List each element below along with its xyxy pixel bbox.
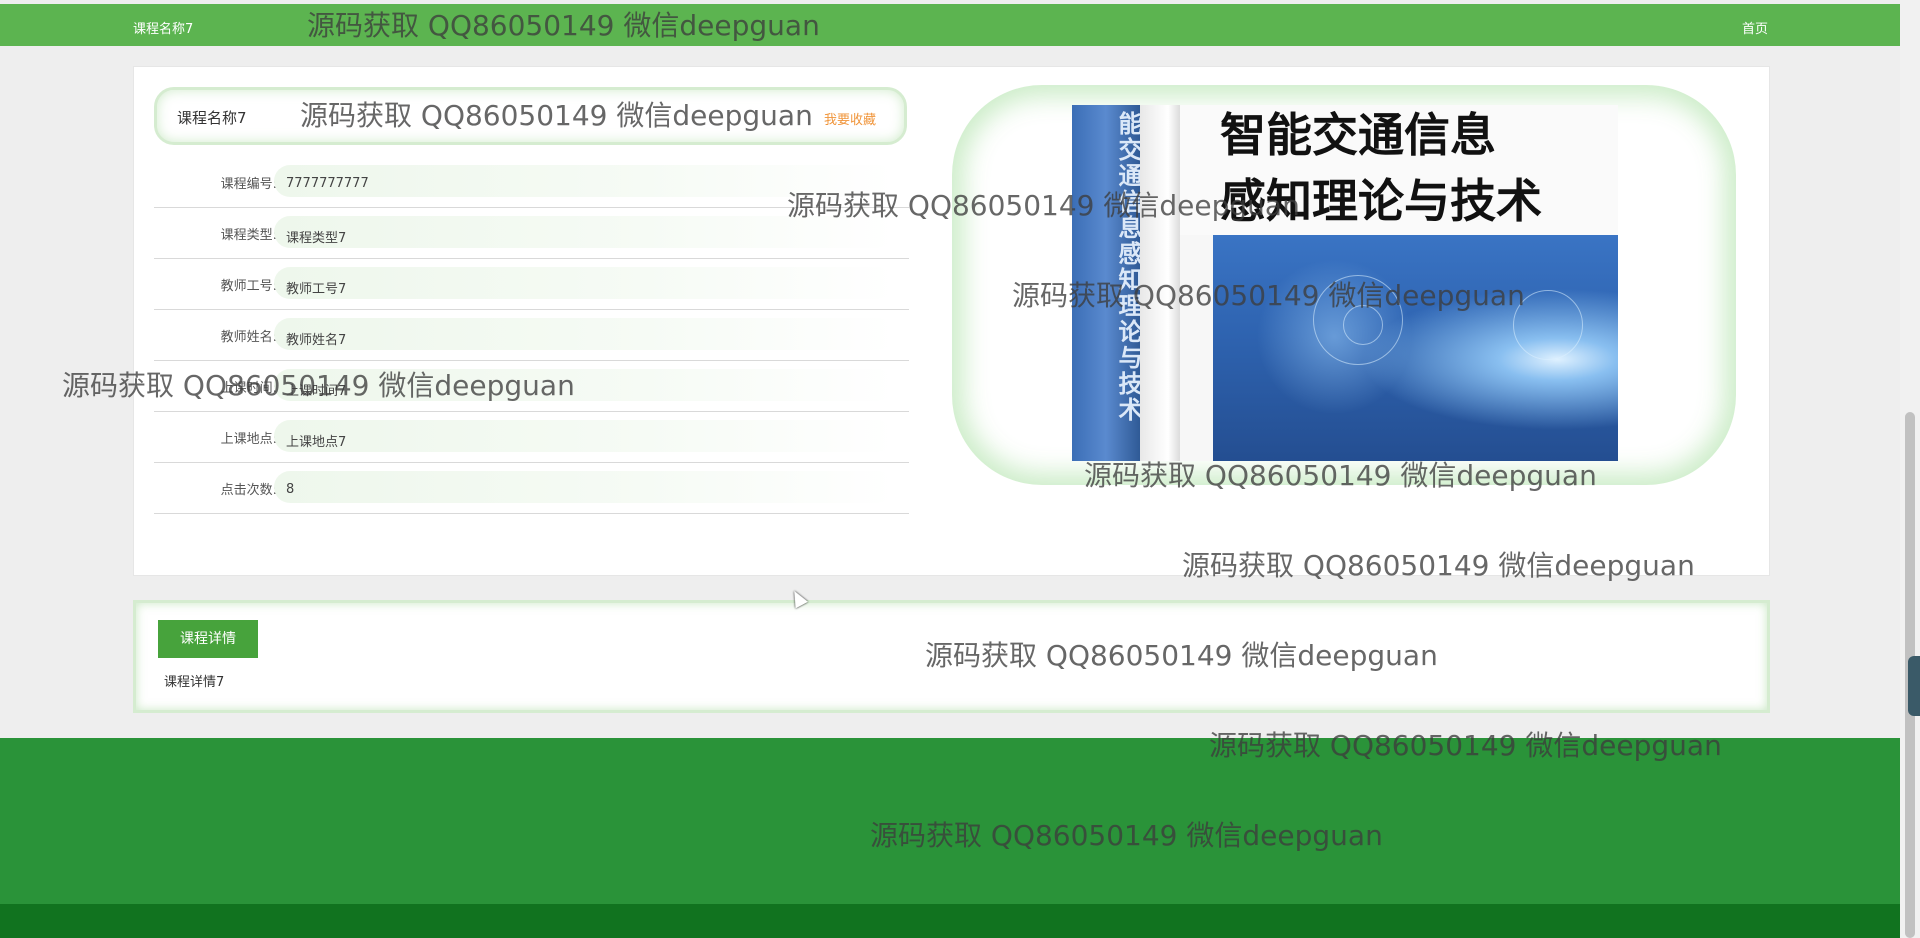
page-scrollbar[interactable] (1900, 0, 1920, 938)
course-detail-content: 课程详情7 (164, 675, 225, 690)
course-title: 课程名称7 (177, 109, 247, 127)
course-detail-card: 课程详情 课程详情7 (133, 600, 1770, 713)
side-widget-handle[interactable] (1908, 656, 1920, 716)
info-row-click-count: 点击次数: 8 (154, 463, 909, 514)
tab-course-detail[interactable]: 课程详情 (158, 620, 258, 658)
carousel-dot-2[interactable] (1366, 504, 1379, 516)
book-spine-text: 能交通信息感知理论与技术 (1072, 105, 1143, 461)
info-row-class-location: 上课地点: 上课地点7 (154, 412, 909, 463)
book-spine-edge (1140, 105, 1180, 461)
info-row-course-number: 课程编号: 7777777777 (154, 157, 909, 208)
info-row-teacher-id: 教师工号: 教师工号7 (154, 259, 909, 310)
cover-illustration (1213, 235, 1618, 461)
image-carousel[interactable]: 能交通信息感知理论与技术 智能交通信息 感知理论与技术 (952, 85, 1736, 516)
course-info-card: 课程名称7 我要收藏 课程编号: 7777777777 课程类型: 课程类型7 … (133, 66, 1770, 576)
cover-title: 智能交通信息 感知理论与技术 (1180, 105, 1618, 235)
field-label: 课程编号: (220, 177, 277, 192)
footer-bottom-bar (0, 904, 1900, 938)
footer (0, 738, 1900, 904)
book-front: 智能交通信息 感知理论与技术 (1180, 105, 1618, 461)
field-label: 课程类型: (220, 228, 277, 243)
info-row-class-time: 上课时间: 上课时间7 (154, 361, 909, 412)
field-value: 教师姓名7 (274, 318, 894, 350)
course-title-box: 课程名称7 我要收藏 (154, 87, 907, 145)
field-label: 教师工号: (220, 279, 277, 294)
carousel-dot-3[interactable] (1389, 504, 1402, 516)
book-cover-image: 能交通信息感知理论与技术 智能交通信息 感知理论与技术 (1072, 105, 1618, 461)
field-value: 教师工号7 (274, 267, 894, 299)
field-value: 7777777777 (274, 165, 894, 197)
field-label: 上课时间: (220, 381, 277, 396)
site-brand[interactable]: 课程名称7 (133, 18, 193, 37)
field-label: 上课地点: (220, 432, 277, 447)
favorite-button[interactable]: 我要收藏 (824, 109, 876, 128)
top-nav: 课程名称7 首页 (0, 4, 1900, 46)
field-label: 教师姓名: (220, 330, 277, 345)
field-label: 点击次数: (220, 483, 277, 498)
field-value: 课程类型7 (274, 216, 894, 248)
carousel-dot-1[interactable] (1343, 504, 1355, 516)
info-row-course-type: 课程类型: 课程类型7 (154, 208, 909, 259)
cover-title-line-1: 智能交通信息 (1220, 108, 1496, 162)
field-value: 上课时间7 (274, 369, 894, 401)
cover-ring (1513, 290, 1583, 360)
cover-title-line-2: 感知理论与技术 (1220, 174, 1542, 228)
carousel-indicators (1343, 501, 1407, 516)
cover-ring (1343, 305, 1383, 345)
home-link[interactable]: 首页 (1742, 18, 1768, 37)
field-value: 8 (274, 471, 894, 503)
info-row-teacher-name: 教师姓名: 教师姓名7 (154, 310, 909, 361)
field-value: 上课地点7 (274, 420, 894, 452)
